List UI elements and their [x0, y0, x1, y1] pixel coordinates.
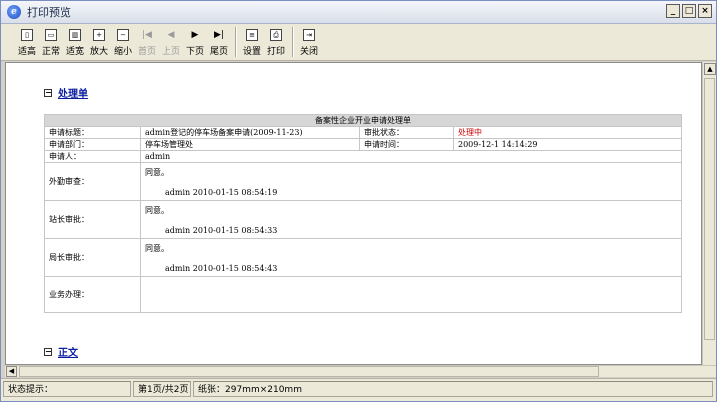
form-caption-row: 备案性企业开业申请处理单	[44, 114, 682, 127]
last-page-icon: ▶|	[214, 30, 224, 40]
fit-width-button[interactable]: ▥ 适宽	[63, 26, 87, 60]
fit-width-icon: ▥	[69, 29, 81, 41]
form-caption: 备案性企业开业申请处理单	[44, 114, 682, 127]
title-bar: e 打印预览 _ □ ×	[1, 1, 716, 24]
print-button[interactable]: ⎙ 打印	[264, 26, 288, 60]
approval-cell: 同意。 admin 2010-01-15 08:54:43	[140, 238, 682, 277]
business-value	[140, 276, 682, 313]
section-link-handling[interactable]: 处理单	[58, 85, 88, 100]
next-page-icon: ▶	[191, 30, 199, 40]
fit-height-button[interactable]: ▯ 适高	[15, 26, 39, 60]
approval-cell: 同意。 admin 2010-01-15 08:54:33	[140, 200, 682, 239]
zoom-out-button[interactable]: − 缩小	[111, 26, 135, 60]
toolbar-separator	[235, 27, 236, 57]
first-page-button[interactable]: |◀ 首页	[135, 26, 159, 60]
scroll-up-icon[interactable]: ▲	[704, 63, 716, 75]
prev-page-icon: ◀	[167, 30, 175, 40]
time-label: 申请时间：	[359, 138, 454, 151]
time-value: 2009-12-1 14:14:29	[453, 138, 682, 151]
status-bar: 状态提示： 第1页/共2页 纸张：297mm×210mm	[1, 378, 716, 401]
applicant-label: 申请人：	[44, 150, 141, 163]
status-prompt: 状态提示：	[3, 381, 131, 397]
ie-logo-icon: e	[7, 5, 21, 19]
business-label: 业务办理：	[44, 276, 141, 313]
table-row: 申请部门： 停车场管理处 申请时间： 2009-12-1 14:14:29	[44, 138, 682, 151]
horizontal-scroll-thumb[interactable]	[19, 366, 599, 377]
table-row: 外勤审查： 同意。 admin 2010-01-15 08:54:19	[44, 162, 682, 201]
last-page-button[interactable]: ▶| 尾页	[207, 26, 231, 60]
section-body: − 正文	[44, 344, 78, 359]
next-page-button[interactable]: ▶ 下页	[183, 26, 207, 60]
table-row: 申请人： admin	[44, 150, 682, 163]
approval-opinion: 同意。	[145, 244, 169, 253]
fit-height-icon: ▯	[21, 29, 33, 41]
approval-label: 外勤审查：	[44, 162, 141, 201]
collapse-icon[interactable]: −	[44, 88, 52, 97]
approval-label: 局长审批：	[44, 238, 141, 277]
paper-size: 纸张：297mm×210mm	[193, 381, 713, 397]
preview-page-area: − 处理单 备案性企业开业申请处理单 申请标题： admin登记的停车场备案申请…	[5, 62, 702, 365]
window-controls: _ □ ×	[666, 4, 712, 18]
approval-opinion: 同意。	[145, 168, 169, 177]
applicant-value: admin	[140, 150, 682, 163]
table-row: 局长审批： 同意。 admin 2010-01-15 08:54:43	[44, 238, 682, 277]
zoom-in-icon: +	[93, 29, 105, 41]
approval-signature: admin 2010-01-15 08:54:19	[165, 188, 278, 197]
zoom-out-icon: −	[117, 29, 129, 41]
page-setup-icon: ≡	[246, 29, 258, 41]
close-preview-button[interactable]: ⇥ 关闭	[297, 26, 321, 60]
title-label: 申请标题：	[44, 126, 141, 139]
table-row: 业务办理：	[44, 276, 682, 313]
approval-label: 站长审批：	[44, 200, 141, 239]
first-page-icon: |◀	[142, 30, 152, 40]
section-handling: − 处理单	[44, 85, 88, 100]
table-row: 站长审批： 同意。 admin 2010-01-15 08:54:33	[44, 200, 682, 239]
maximize-button[interactable]: □	[682, 4, 696, 18]
vertical-scrollbar[interactable]: ▲	[702, 62, 716, 365]
page-indicator: 第1页/共2页	[133, 381, 191, 397]
prev-page-button[interactable]: ◀ 上页	[159, 26, 183, 60]
dept-label: 申请部门：	[44, 138, 141, 151]
application-form-table: 备案性企业开业申请处理单 申请标题： admin登记的停车场备案申请(2009-…	[44, 114, 682, 313]
close-window-button[interactable]: ×	[698, 4, 712, 18]
horizontal-scrollbar[interactable]: ◀	[5, 365, 716, 377]
preview-toolbar: ▯ 适高 ▭ 正常 ▥ 适宽 + 放大 − 缩小 |◀ 首页 ◀ 上页 ▶ 下页	[1, 24, 716, 61]
approval-cell: 同意。 admin 2010-01-15 08:54:19	[140, 162, 682, 201]
minimize-button[interactable]: _	[666, 4, 680, 18]
scroll-left-icon[interactable]: ◀	[6, 366, 17, 377]
settings-button[interactable]: ≡ 设置	[240, 26, 264, 60]
normal-size-button[interactable]: ▭ 正常	[39, 26, 63, 60]
title-value: admin登记的停车场备案申请(2009-11-23)	[140, 126, 360, 139]
table-row: 申请标题： admin登记的停车场备案申请(2009-11-23) 审批状态： …	[44, 126, 682, 139]
toolbar-separator	[292, 27, 293, 57]
vertical-scroll-thumb[interactable]	[704, 78, 715, 340]
status-value: 处理中	[453, 126, 682, 139]
normal-size-icon: ▭	[45, 29, 57, 41]
close-door-icon: ⇥	[303, 29, 315, 41]
printer-icon: ⎙	[270, 29, 282, 41]
approval-opinion: 同意。	[145, 206, 169, 215]
print-preview-window: e 打印预览 _ □ × ▯ 适高 ▭ 正常 ▥ 适宽 + 放大 − 缩小 |◀	[0, 0, 717, 402]
approval-signature: admin 2010-01-15 08:54:43	[165, 264, 278, 273]
section-link-body[interactable]: 正文	[58, 344, 78, 359]
window-title: 打印预览	[27, 6, 71, 19]
zoom-in-button[interactable]: + 放大	[87, 26, 111, 60]
status-label: 审批状态：	[359, 126, 454, 139]
dept-value: 停车场管理处	[140, 138, 360, 151]
collapse-icon[interactable]: −	[44, 347, 52, 356]
approval-signature: admin 2010-01-15 08:54:33	[165, 226, 278, 235]
